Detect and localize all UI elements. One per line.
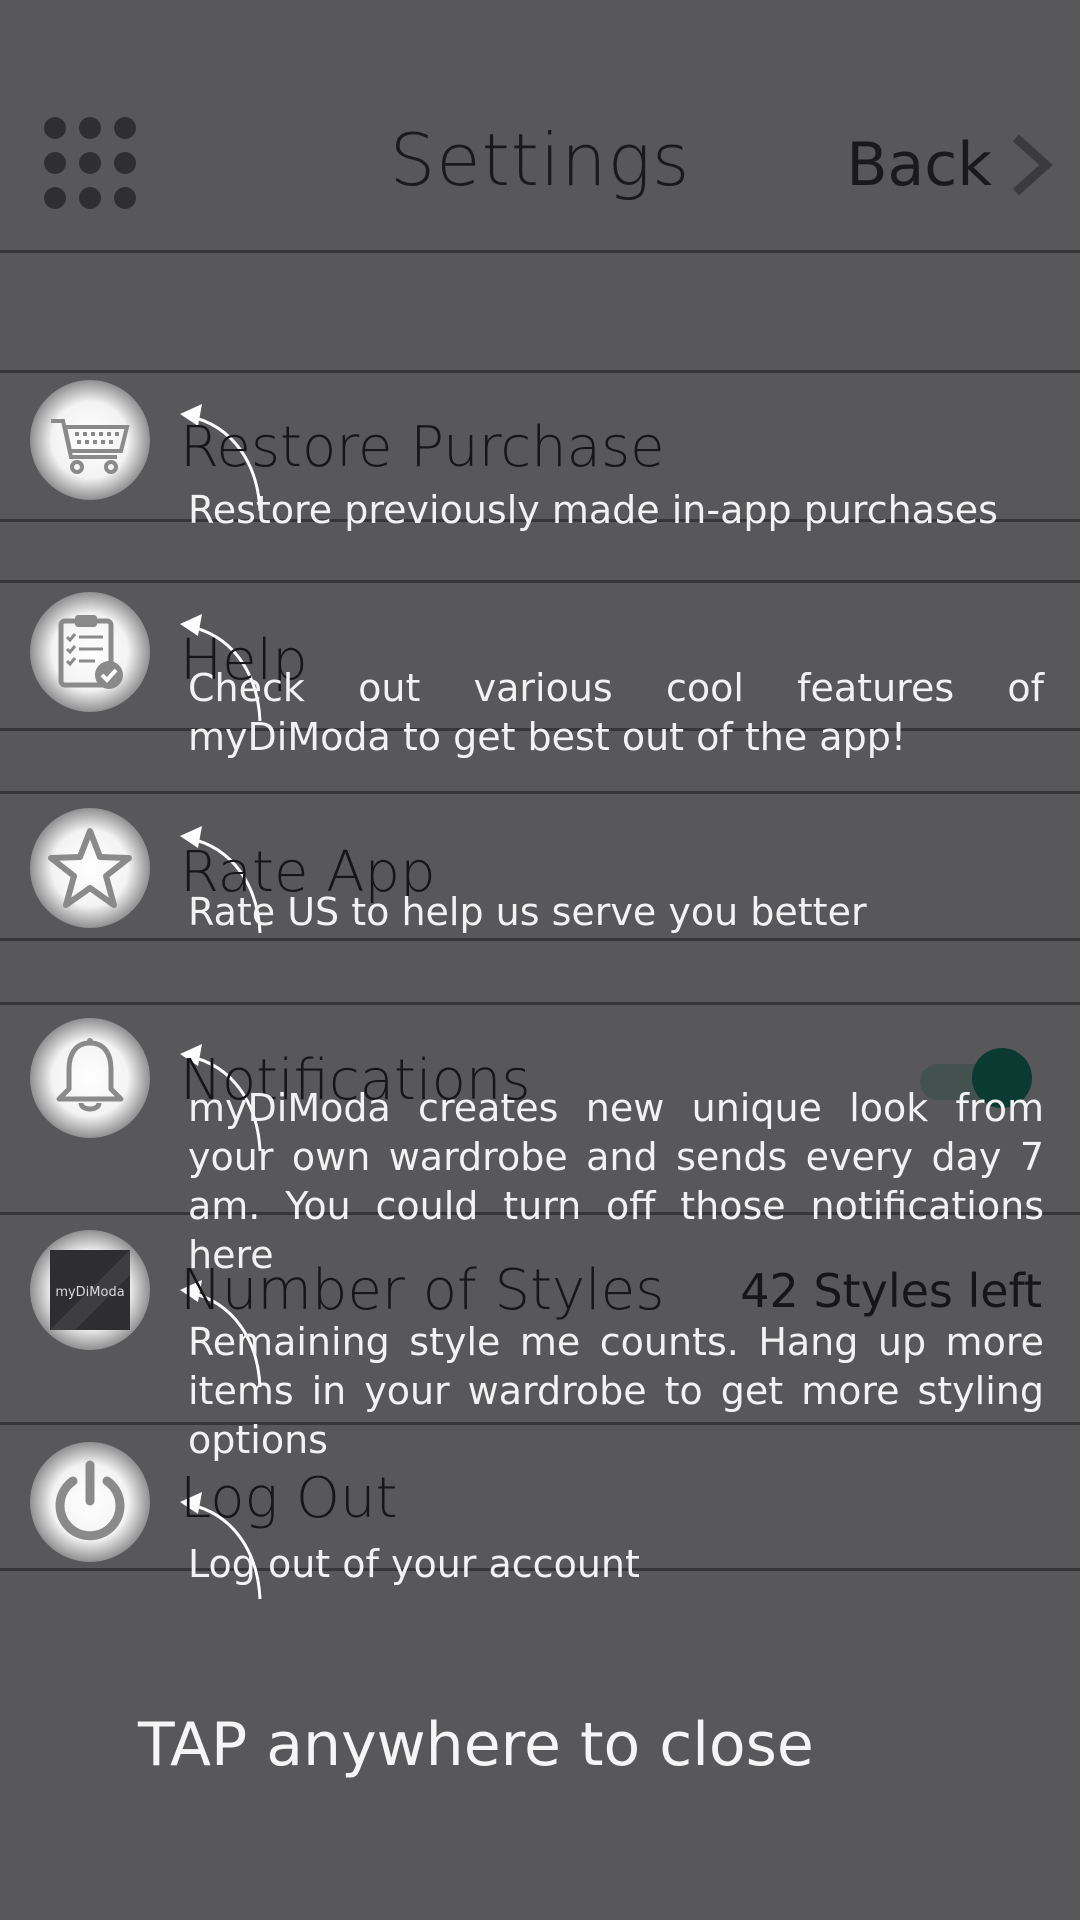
header-bar: Settings Back xyxy=(0,0,1080,253)
bell-icon xyxy=(30,1018,150,1138)
divider xyxy=(0,938,1080,941)
row-description: Rate US to help us serve you better xyxy=(188,890,867,934)
divider xyxy=(0,580,1080,583)
help-row[interactable]: Help Check out various cool features of … xyxy=(0,592,1080,782)
row-description: Restore previously made in-app purchases xyxy=(188,488,998,532)
mydimoda-logo-icon: myDiModa xyxy=(30,1230,150,1350)
divider xyxy=(0,1002,1080,1005)
row-title: Number of Styles xyxy=(180,1258,665,1323)
tap-to-close-hint[interactable]: TAP anywhere to close xyxy=(138,1710,814,1780)
divider xyxy=(0,370,1080,373)
row-description: Check out various cool features of myDiM… xyxy=(188,666,1044,759)
back-button[interactable]: Back xyxy=(846,125,1062,205)
divider xyxy=(0,791,1080,794)
rate-app-row[interactable]: Rate App Rate US to help us serve you be… xyxy=(0,808,1080,938)
row-title: Restore Purchase xyxy=(180,415,665,480)
cart-icon xyxy=(30,380,150,500)
svg-text:myDiModa: myDiModa xyxy=(55,1285,124,1300)
power-icon xyxy=(30,1442,150,1562)
row-title: Log Out xyxy=(180,1466,398,1531)
chevron-right-icon xyxy=(1012,134,1053,196)
restore-purchase-row[interactable]: Restore Purchase Restore previously made… xyxy=(0,380,1080,540)
clipboard-check-icon xyxy=(30,592,150,712)
log-out-row[interactable]: Log Out Log out of your account xyxy=(0,1442,1080,1602)
settings-screen[interactable]: Settings Back Restore Purchase Restore p… xyxy=(0,0,1080,1920)
notifications-row[interactable]: Notifications myDiModa creates new uniqu… xyxy=(0,1018,1080,1277)
styles-left-value: 42 Styles left xyxy=(740,1264,1042,1318)
back-label: Back xyxy=(846,130,992,200)
star-icon xyxy=(30,808,150,928)
row-description: Log out of your account xyxy=(188,1542,640,1586)
number-of-styles-row[interactable]: myDiModa Number of Styles 42 Styles left… xyxy=(0,1230,1080,1462)
